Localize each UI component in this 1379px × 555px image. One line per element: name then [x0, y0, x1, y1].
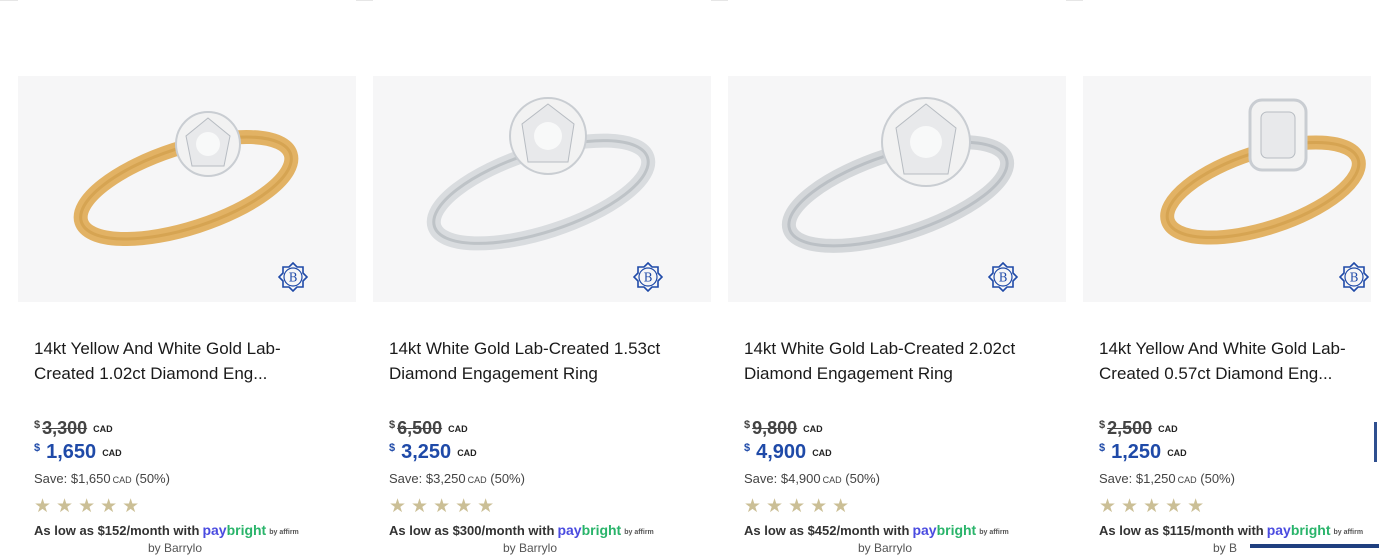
paybright-logo: paybright: [202, 522, 267, 538]
product-image[interactable]: B: [728, 76, 1066, 302]
paybright-logo: paybright: [557, 522, 622, 538]
now-currency: $: [744, 442, 751, 454]
scrollbar-thumb[interactable]: [1374, 422, 1377, 462]
product-card[interactable]: B 14kt White Gold Lab-Created 1.53ct Dia…: [373, 0, 711, 555]
svg-text:B: B: [289, 271, 298, 285]
rating-stars: ★★★★★: [1099, 496, 1210, 517]
sale-price: $1,250 CAD: [1099, 441, 1187, 464]
save-amount: Save: $1,250: [1099, 471, 1176, 486]
financing-subtext: by Barrylo: [503, 541, 558, 555]
financing-text: As low as $452/month with: [744, 523, 910, 538]
currency-code: CAD: [822, 475, 842, 485]
save-amount: Save: $1,650: [34, 471, 111, 486]
original-price: $3,300 CAD: [34, 418, 113, 439]
financing-offer[interactable]: As low as $152/month with paybright by aff…: [34, 522, 299, 538]
original-price: $2,500 CAD: [1099, 418, 1178, 439]
currency-code: CAD: [803, 424, 823, 434]
now-currency: $: [34, 442, 41, 454]
currency-code: CAD: [448, 424, 468, 434]
was-amount: 3,300: [42, 418, 88, 438]
financing-offer[interactable]: As low as $452/month with paybright by aff…: [744, 522, 1009, 538]
financing-offer[interactable]: As low as $300/month with paybright by aff…: [389, 522, 654, 538]
page-edge: [1371, 0, 1379, 548]
currency-code: CAD: [467, 475, 487, 485]
now-currency: $: [1099, 442, 1106, 454]
financing-subtext: by B: [1213, 541, 1238, 555]
was-currency: $: [389, 419, 396, 431]
ring-image: [1160, 98, 1366, 245]
currency-code: CAD: [93, 424, 113, 434]
rating-stars: ★★★★★: [744, 496, 855, 517]
savings-text: Save: $4,900 CAD (50%): [744, 471, 880, 486]
product-card[interactable]: B 14kt Yellow And White Gold Lab-Created…: [18, 0, 356, 555]
sale-price: $4,900 CAD: [744, 441, 832, 464]
save-amount: Save: $4,900: [744, 471, 821, 486]
currency-code: CAD: [112, 475, 132, 485]
financing-text: As low as $152/month with: [34, 523, 200, 538]
was-currency: $: [1099, 419, 1106, 431]
svg-text:B: B: [644, 271, 653, 285]
paybright-logo: paybright: [912, 522, 977, 538]
savings-text: Save: $3,250 CAD (50%): [389, 471, 525, 486]
was-currency: $: [744, 419, 751, 431]
was-amount: 2,500: [1107, 418, 1153, 438]
rating-stars: ★★★★★: [389, 496, 500, 517]
financing-text: As low as $300/month with: [389, 523, 555, 538]
now-currency: $: [389, 442, 396, 454]
birks-b-icon: B: [1339, 262, 1369, 292]
financing-subtext: by Barrylo: [858, 541, 913, 555]
paybright-logo: paybright: [1266, 522, 1331, 538]
now-amount: 1,650: [46, 441, 97, 463]
currency-code: CAD: [1167, 448, 1187, 458]
birks-b-icon: B: [278, 262, 308, 292]
now-amount: 3,250: [401, 441, 452, 463]
affirm-label: by affirm: [269, 529, 299, 536]
original-price: $9,800 CAD: [744, 418, 823, 439]
financing-subtext: by Barrylo: [148, 541, 203, 555]
affirm-label: by affirm: [624, 529, 654, 536]
svg-text:B: B: [999, 271, 1008, 285]
original-price: $6,500 CAD: [389, 418, 468, 439]
financing-offer[interactable]: As low as $115/month with paybright by aff…: [1099, 522, 1363, 538]
birks-b-icon: B: [988, 262, 1018, 292]
currency-code: CAD: [1158, 424, 1178, 434]
sale-price: $3,250 CAD: [389, 441, 477, 464]
save-percent: (50%): [135, 471, 170, 486]
floating-banner-edge[interactable]: [1250, 544, 1379, 548]
product-title[interactable]: 14kt White Gold Lab-Created 1.53ct Diamo…: [389, 336, 689, 386]
affirm-label: by affirm: [1333, 529, 1364, 536]
product-card[interactable]: B 14kt Yellow And White Gold Lab-Created…: [1083, 0, 1373, 555]
product-title[interactable]: 14kt Yellow And White Gold Lab-Created 0…: [1099, 336, 1369, 386]
birks-b-icon: B: [633, 262, 663, 292]
now-amount: 1,250: [1111, 441, 1162, 463]
svg-text:B: B: [1350, 271, 1359, 285]
product-title[interactable]: 14kt Yellow And White Gold Lab-Created 1…: [34, 336, 334, 386]
product-image[interactable]: B: [373, 76, 711, 302]
product-image[interactable]: B: [1083, 76, 1373, 302]
currency-code: CAD: [1177, 475, 1197, 485]
now-amount: 4,900: [756, 441, 807, 463]
currency-code: CAD: [102, 448, 122, 458]
was-currency: $: [34, 419, 41, 431]
currency-code: CAD: [457, 448, 477, 458]
save-percent: (50%): [1200, 471, 1235, 486]
was-amount: 9,800: [752, 418, 798, 438]
sale-price: $1,650 CAD: [34, 441, 122, 464]
rating-stars: ★★★★★: [34, 496, 145, 517]
product-grid: B 14kt Yellow And White Gold Lab-Created…: [18, 0, 1379, 555]
was-amount: 6,500: [397, 418, 443, 438]
currency-code: CAD: [812, 448, 832, 458]
save-percent: (50%): [845, 471, 880, 486]
product-image[interactable]: B: [18, 76, 356, 302]
product-card[interactable]: B 14kt White Gold Lab-Created 2.02ct Dia…: [728, 0, 1066, 555]
savings-text: Save: $1,250 CAD (50%): [1099, 471, 1235, 486]
affirm-label: by affirm: [979, 529, 1009, 536]
save-percent: (50%): [490, 471, 525, 486]
save-amount: Save: $3,250: [389, 471, 466, 486]
financing-text: As low as $115/month with: [1099, 523, 1264, 538]
product-title[interactable]: 14kt White Gold Lab-Created 2.02ct Diamo…: [744, 336, 1044, 386]
savings-text: Save: $1,650 CAD (50%): [34, 471, 170, 486]
